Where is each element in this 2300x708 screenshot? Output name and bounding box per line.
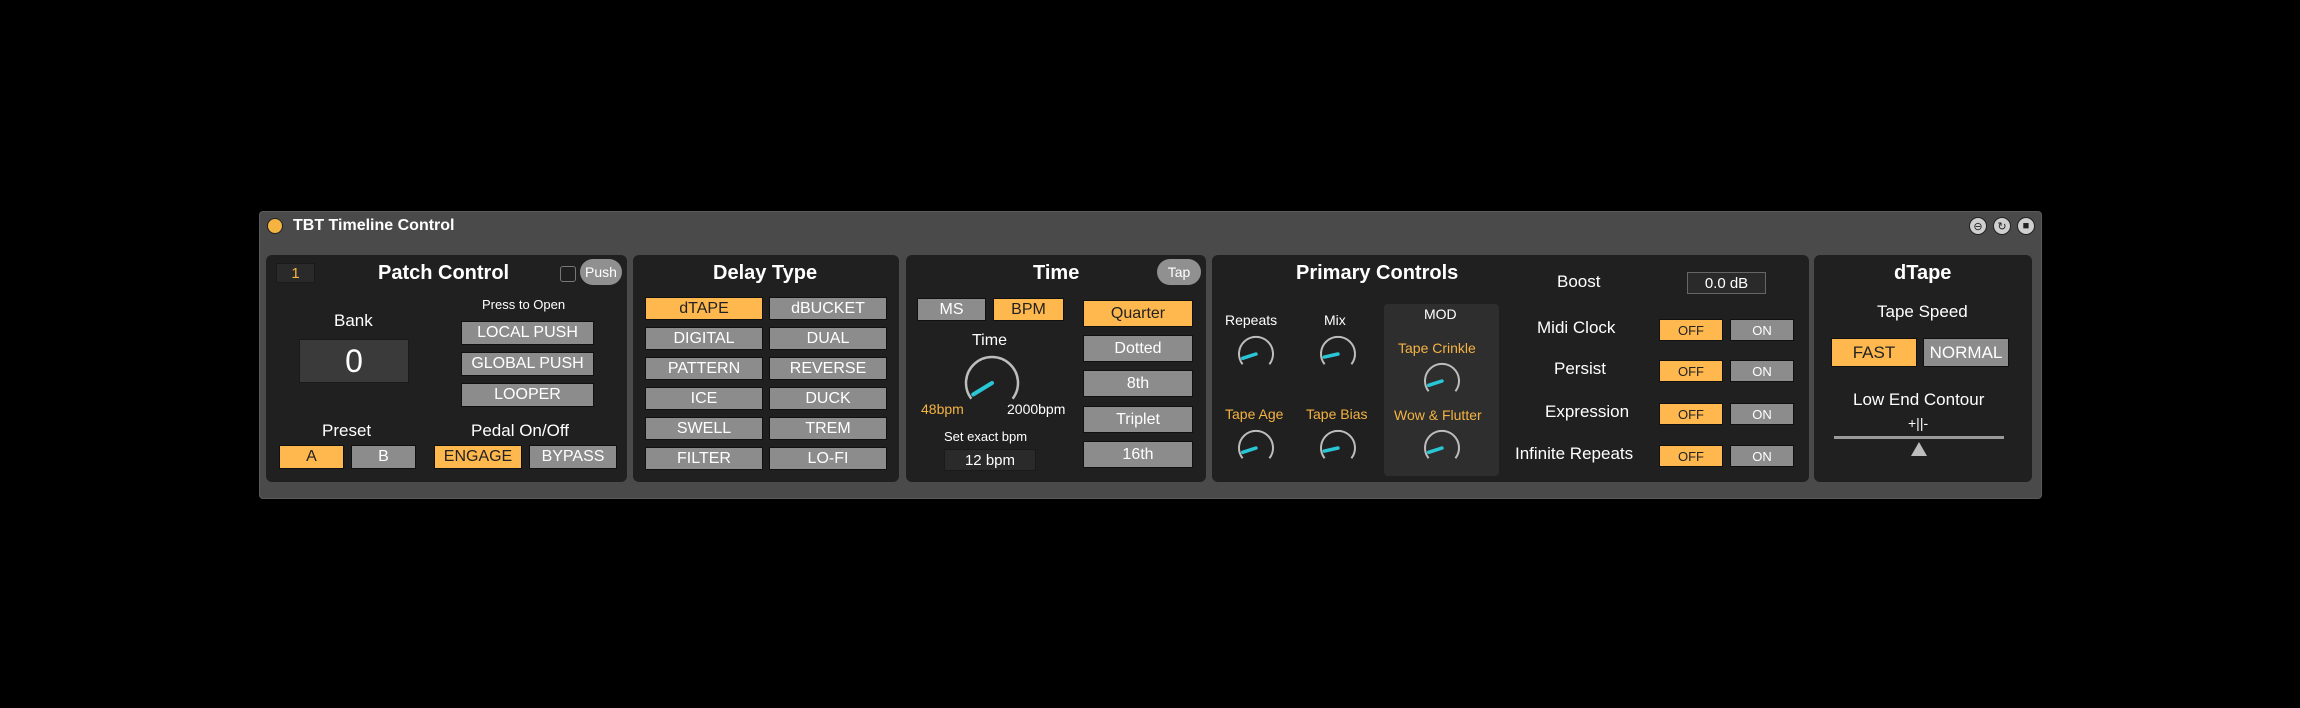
mod-label: MOD bbox=[1424, 306, 1457, 322]
tape-crinkle-knob-indicator bbox=[1426, 379, 1444, 388]
time-title: Time bbox=[1033, 262, 1080, 284]
division-triplet-button[interactable]: Triplet bbox=[1083, 406, 1193, 433]
delay-pattern-button[interactable]: PATTERN bbox=[645, 357, 763, 380]
tape-age-knob-indicator bbox=[1240, 446, 1258, 455]
tape-speed-fast-button[interactable]: FAST bbox=[1831, 338, 1917, 367]
contour-slider-thumb[interactable] bbox=[1911, 442, 1927, 456]
infinite-repeats-on-button[interactable]: ON bbox=[1730, 445, 1794, 467]
delay-reverse-button[interactable]: REVERSE bbox=[769, 357, 887, 380]
low-end-contour-label: Low End Contour bbox=[1853, 390, 1985, 409]
delay-swell-button[interactable]: SWELL bbox=[645, 417, 763, 440]
tape-bias-label: Tape Bias bbox=[1306, 406, 1368, 422]
time-max-label: 2000bpm bbox=[1007, 401, 1066, 417]
repeats-knob-indicator bbox=[1240, 352, 1258, 361]
device-on-toggle[interactable] bbox=[267, 218, 283, 234]
mix-knob[interactable] bbox=[1318, 333, 1358, 373]
contour-slider-track[interactable] bbox=[1834, 436, 2004, 439]
division-quarter-button[interactable]: Quarter bbox=[1083, 300, 1193, 327]
dtape-title: dTape bbox=[1894, 262, 1952, 284]
expression-on-button[interactable]: ON bbox=[1730, 403, 1794, 425]
delay-trem-button[interactable]: TREM bbox=[769, 417, 887, 440]
delay-filter-button[interactable]: FILTER bbox=[645, 447, 763, 470]
expression-label: Expression bbox=[1545, 402, 1630, 421]
primary-controls-title: Primary Controls bbox=[1296, 262, 1459, 284]
dtape-panel: dTape Tape Speed FAST NORMAL Low End Con… bbox=[1814, 255, 2032, 482]
delay-digital-button[interactable]: DIGITAL bbox=[645, 327, 763, 350]
bpm-button[interactable]: BPM bbox=[993, 298, 1064, 321]
press-to-open-label: Press to Open bbox=[482, 297, 566, 312]
repeats-label: Repeats bbox=[1225, 312, 1278, 328]
delay-dual-button[interactable]: DUAL bbox=[769, 327, 887, 350]
boost-label: Boost bbox=[1557, 272, 1601, 291]
preset-b-button[interactable]: B bbox=[351, 445, 416, 469]
ms-button[interactable]: MS bbox=[917, 298, 986, 321]
tape-age-label: Tape Age bbox=[1225, 406, 1284, 422]
patch-control-title: Patch Control bbox=[378, 262, 510, 284]
set-exact-bpm-label: Set exact bpm bbox=[944, 429, 1028, 444]
delay-type-title: Delay Type bbox=[713, 262, 818, 284]
contour-value: +||- bbox=[1908, 415, 1929, 431]
engage-button[interactable]: ENGAGE bbox=[434, 445, 522, 469]
push-button[interactable]: Push bbox=[580, 259, 622, 285]
repeats-knob[interactable] bbox=[1236, 333, 1276, 373]
wow-flutter-knob-indicator bbox=[1426, 446, 1444, 455]
expression-off-button[interactable]: OFF bbox=[1659, 403, 1723, 425]
bypass-button[interactable]: BYPASS bbox=[529, 445, 617, 469]
time-knob-indicator bbox=[971, 381, 994, 397]
time-min-label: 48bpm bbox=[921, 401, 964, 417]
save-icon[interactable]: ■ bbox=[2017, 217, 2035, 235]
tape-bias-knob-indicator bbox=[1322, 446, 1340, 453]
delay-lofi-button[interactable]: LO-FI bbox=[769, 447, 887, 470]
division-16th-button[interactable]: 16th bbox=[1083, 441, 1193, 468]
device-title: TBT Timeline Control bbox=[293, 217, 455, 234]
delay-duck-button[interactable]: DUCK bbox=[769, 387, 887, 410]
persist-on-button[interactable]: ON bbox=[1730, 360, 1794, 382]
time-knob-label: Time bbox=[972, 332, 1007, 349]
title-bar: TBT Timeline Control ⊖ ↻ ■ bbox=[260, 212, 2041, 240]
preset-a-button[interactable]: A bbox=[279, 445, 344, 469]
infinite-repeats-label: Infinite Repeats bbox=[1515, 444, 1634, 463]
division-dotted-button[interactable]: Dotted bbox=[1083, 335, 1193, 362]
division-8th-button[interactable]: 8th bbox=[1083, 370, 1193, 397]
primary-controls-panel: Primary Controls Repeats Mix Tape Age Ta… bbox=[1212, 255, 1809, 482]
tap-button[interactable]: Tap bbox=[1157, 259, 1201, 285]
delay-type-panel: Delay Type dTAPE dBUCKET DIGITAL DUAL PA… bbox=[633, 255, 899, 482]
wow-flutter-knob[interactable] bbox=[1422, 427, 1462, 467]
wow-flutter-label: Wow & Flutter bbox=[1394, 407, 1482, 423]
sync-icon[interactable]: ↻ bbox=[1993, 217, 2011, 235]
boost-field[interactable]: 0.0 dB bbox=[1687, 272, 1766, 294]
patch-control-panel: 1 Patch Control Push Bank 0 Press to Ope… bbox=[266, 255, 627, 482]
delay-dtape-button[interactable]: dTAPE bbox=[645, 297, 763, 320]
tape-crinkle-label: Tape Crinkle bbox=[1398, 340, 1476, 356]
delay-ice-button[interactable]: ICE bbox=[645, 387, 763, 410]
patch-number[interactable]: 1 bbox=[276, 263, 315, 283]
pedal-on-off-label: Pedal On/Off bbox=[471, 421, 569, 440]
mix-label: Mix bbox=[1324, 312, 1346, 328]
midi-clock-label: Midi Clock bbox=[1537, 318, 1616, 337]
tape-speed-normal-button[interactable]: NORMAL bbox=[1923, 338, 2009, 367]
tape-age-knob[interactable] bbox=[1236, 427, 1276, 467]
persist-label: Persist bbox=[1554, 359, 1606, 378]
bank-label: Bank bbox=[334, 311, 373, 330]
tape-crinkle-knob[interactable] bbox=[1422, 360, 1462, 400]
local-push-button[interactable]: LOCAL PUSH bbox=[461, 321, 594, 345]
global-push-button[interactable]: GLOBAL PUSH bbox=[461, 352, 594, 376]
looper-button[interactable]: LOOPER bbox=[461, 383, 594, 407]
tape-bias-knob[interactable] bbox=[1318, 427, 1358, 467]
infinite-repeats-off-button[interactable]: OFF bbox=[1659, 445, 1723, 467]
push-indicator-icon bbox=[560, 266, 576, 282]
midi-clock-off-button[interactable]: OFF bbox=[1659, 319, 1723, 341]
midi-clock-on-button[interactable]: ON bbox=[1730, 319, 1794, 341]
time-panel: Time Tap MS BPM Time 48bpm 2000bpm Set e… bbox=[906, 255, 1206, 482]
mix-knob-indicator bbox=[1322, 352, 1340, 359]
device-window: TBT Timeline Control ⊖ ↻ ■ 1 Patch Contr… bbox=[259, 211, 2042, 499]
tape-speed-label: Tape Speed bbox=[1877, 302, 1968, 321]
bank-display[interactable]: 0 bbox=[299, 339, 409, 383]
mod-section: MOD Tape Crinkle Wow & Flutter bbox=[1384, 304, 1499, 476]
preset-label: Preset bbox=[322, 421, 372, 440]
link-icon[interactable]: ⊖ bbox=[1969, 217, 1987, 235]
persist-off-button[interactable]: OFF bbox=[1659, 360, 1723, 382]
exact-bpm-field[interactable]: 12 bpm bbox=[944, 449, 1036, 471]
delay-dbucket-button[interactable]: dBUCKET bbox=[769, 297, 887, 320]
